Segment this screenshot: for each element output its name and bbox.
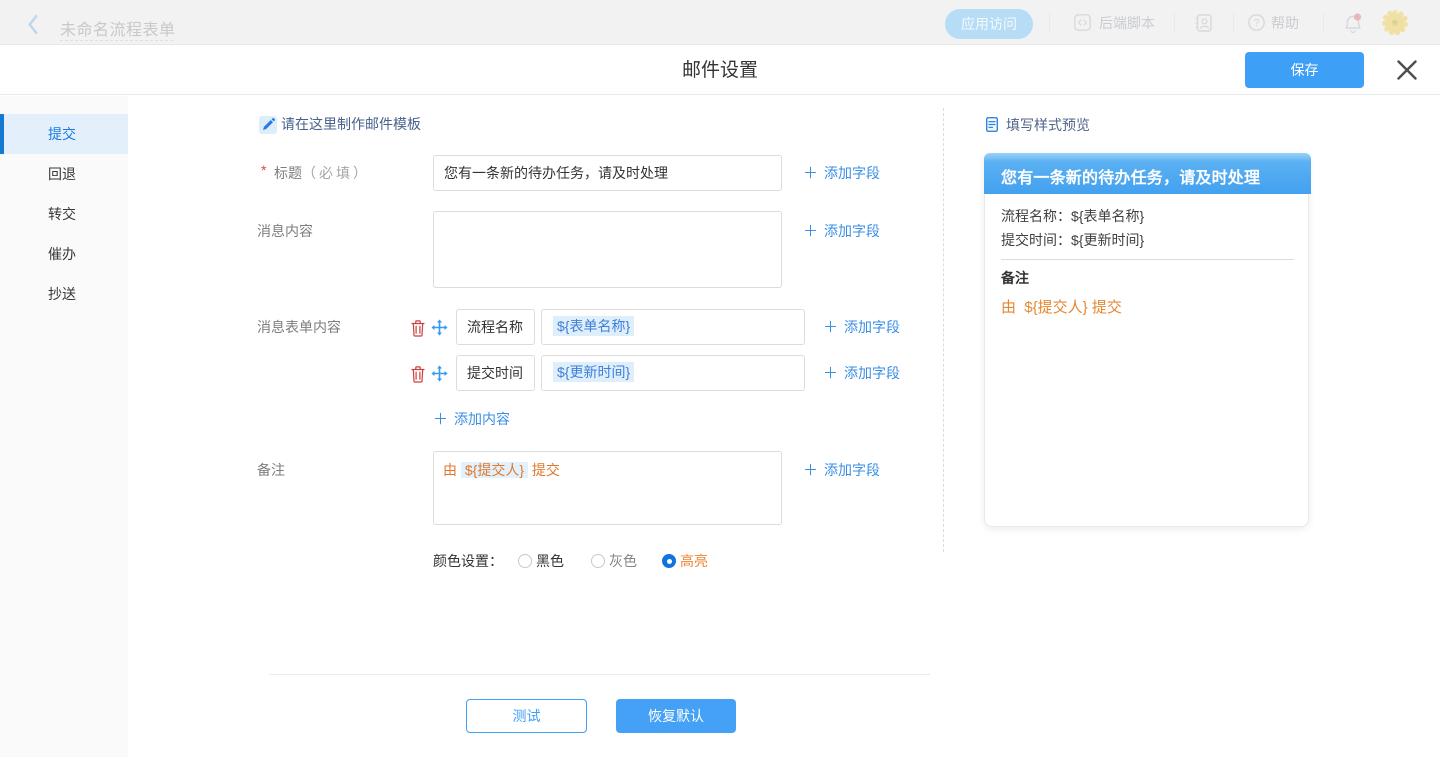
svg-text:?: ?: [1254, 18, 1260, 29]
